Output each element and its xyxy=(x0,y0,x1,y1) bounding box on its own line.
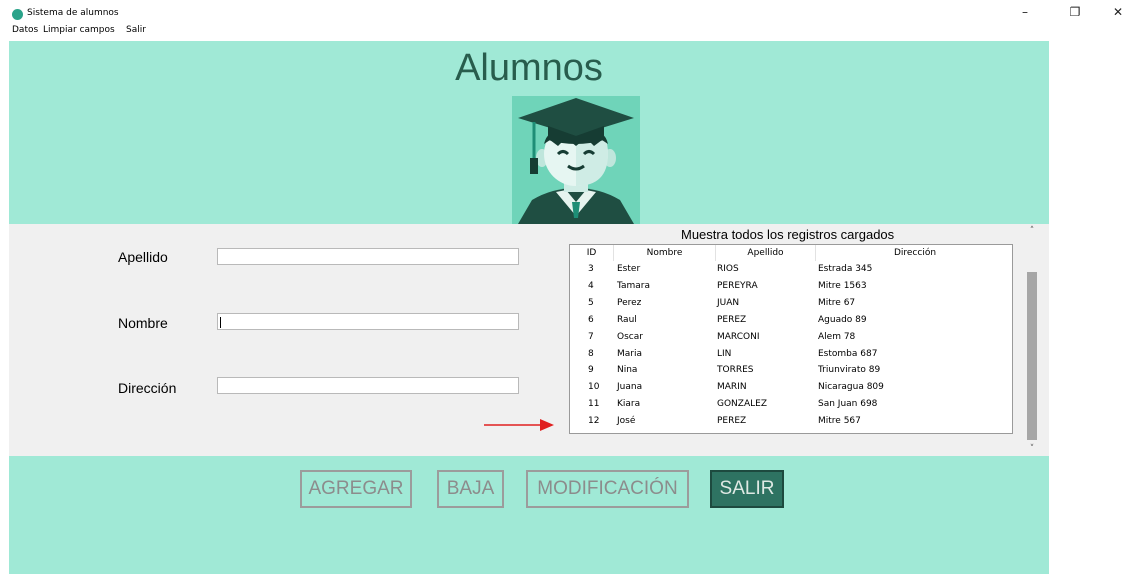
menu-bar: Datos Limpiar campos Salir xyxy=(0,22,1137,38)
agregar-button[interactable]: AGREGAR xyxy=(300,470,412,508)
direccion-label: Dirección xyxy=(118,380,177,396)
column-header-apellido[interactable]: Apellido xyxy=(716,245,816,261)
cell-nombre: Ester xyxy=(617,264,641,274)
cell-id: 3 xyxy=(588,264,594,274)
apellido-input[interactable] xyxy=(217,248,519,265)
restore-button[interactable]: ❐ xyxy=(1060,3,1090,21)
cell-direccion: Alem 78 xyxy=(818,331,856,342)
cell-nombre: Juana xyxy=(617,382,643,393)
table-row[interactable]: 11 Kiara GONZALEZ San Juan 698 xyxy=(570,396,1012,413)
table-row[interactable]: 6 Raul PEREZ Aguado 89 xyxy=(570,312,1012,329)
cell-apellido: PEREYRA xyxy=(717,280,758,291)
cell-nombre: José xyxy=(617,416,636,427)
scroll-thumb[interactable] xyxy=(1027,272,1037,440)
cell-nombre: Kiara xyxy=(617,399,641,410)
direccion-input[interactable] xyxy=(217,377,519,394)
cell-apellido: TORRES xyxy=(717,365,754,376)
cell-apellido: RIOS xyxy=(717,264,739,274)
salir-button[interactable]: SALIR xyxy=(710,470,784,508)
minimize-button[interactable]: – xyxy=(1010,3,1040,21)
table-row[interactable]: 8 Maria LIN Estomba 687 xyxy=(570,346,1012,363)
cell-direccion: Triunvirato 89 xyxy=(818,365,881,376)
menu-limpiar-campos[interactable]: Limpiar campos xyxy=(43,25,115,35)
baja-button[interactable]: BAJA xyxy=(437,470,504,508)
cell-nombre: Tamara xyxy=(617,280,651,291)
app-icon xyxy=(12,9,23,20)
table-row[interactable]: 3 Ester RIOS Estrada 345 xyxy=(570,261,1012,278)
cell-id: 7 xyxy=(588,331,594,342)
column-header-id[interactable]: ID xyxy=(570,245,614,261)
red-arrow-icon xyxy=(484,419,554,431)
cell-id: 10 xyxy=(588,382,600,393)
cell-nombre: Oscar xyxy=(617,331,643,342)
cell-id: 5 xyxy=(588,297,594,308)
table-row[interactable]: 7 Oscar MARCONI Alem 78 xyxy=(570,329,1012,346)
cell-direccion: Mitre 1563 xyxy=(818,280,867,291)
cell-direccion: Estomba 687 xyxy=(818,348,878,359)
scroll-up-arrow-icon[interactable]: ˄ xyxy=(1025,226,1039,236)
cell-direccion: Nicaragua 809 xyxy=(818,382,884,393)
cell-apellido: JUAN xyxy=(717,297,740,308)
cell-direccion: San Juan 698 xyxy=(818,399,878,410)
table-row[interactable]: 4 Tamara PEREYRA Mitre 1563 xyxy=(570,278,1012,295)
vertical-scrollbar[interactable]: ˄ ˅ xyxy=(1025,224,1039,456)
cell-direccion: Mitre 567 xyxy=(818,416,861,427)
cell-apellido: PEREZ xyxy=(717,314,747,325)
cell-nombre: Maria xyxy=(617,348,642,359)
modificacion-button[interactable]: MODIFICACIÓN xyxy=(526,470,689,508)
header-panel: Alumnos xyxy=(9,41,1049,224)
table-row[interactable]: 10 Juana MARIN Nicaragua 809 xyxy=(570,379,1012,396)
apellido-label: Apellido xyxy=(118,249,168,265)
table-row[interactable]: 5 Perez JUAN Mitre 67 xyxy=(570,295,1012,312)
graduate-avatar-icon xyxy=(512,96,640,224)
window-titlebar: Sistema de alumnos – ❐ ✕ xyxy=(0,0,1137,22)
cell-apellido: MARCONI xyxy=(717,331,760,342)
window-title: Sistema de alumnos xyxy=(27,8,119,18)
cell-apellido: MARIN xyxy=(717,382,747,393)
cell-apellido: PEREZ xyxy=(717,416,747,427)
nombre-label: Nombre xyxy=(118,315,168,331)
text-cursor xyxy=(220,317,221,328)
cell-id: 6 xyxy=(588,314,594,325)
footer-panel: AGREGAR BAJA MODIFICACIÓN SALIR xyxy=(9,456,1049,574)
table-row[interactable]: 12 José PEREZ Mitre 567 xyxy=(570,413,1012,430)
scroll-down-arrow-icon[interactable]: ˅ xyxy=(1025,444,1039,454)
column-header-nombre[interactable]: Nombre xyxy=(614,245,716,261)
cell-id: 9 xyxy=(588,365,594,376)
cell-nombre: Perez xyxy=(617,297,642,308)
records-table[interactable]: ID Nombre Apellido Dirección 3 Ester RIOS E… xyxy=(569,244,1013,434)
close-button[interactable]: ✕ xyxy=(1103,3,1133,21)
cell-nombre: Nina xyxy=(617,365,638,376)
cell-id: 4 xyxy=(588,280,594,291)
cell-id: 8 xyxy=(588,348,594,359)
page-title: Alumnos xyxy=(455,47,603,89)
cell-direccion: Mitre 67 xyxy=(818,297,856,308)
menu-salir[interactable]: Salir xyxy=(126,25,146,35)
cell-direccion: Aguado 89 xyxy=(818,314,867,325)
table-caption: Muestra todos los registros cargados xyxy=(681,227,895,242)
cell-apellido: GONZALEZ xyxy=(717,399,767,410)
cell-id: 11 xyxy=(588,399,600,410)
nombre-input[interactable] xyxy=(217,313,519,330)
column-header-direccion[interactable]: Dirección xyxy=(816,245,1012,261)
cell-nombre: Raul xyxy=(617,314,637,325)
cell-direccion: Estrada 345 xyxy=(818,264,873,274)
cell-id: 12 xyxy=(588,416,600,427)
menu-datos[interactable]: Datos xyxy=(12,25,38,35)
table-row[interactable]: 9 Nina TORRES Triunvirato 89 xyxy=(570,362,1012,379)
cell-apellido: LIN xyxy=(717,348,732,359)
